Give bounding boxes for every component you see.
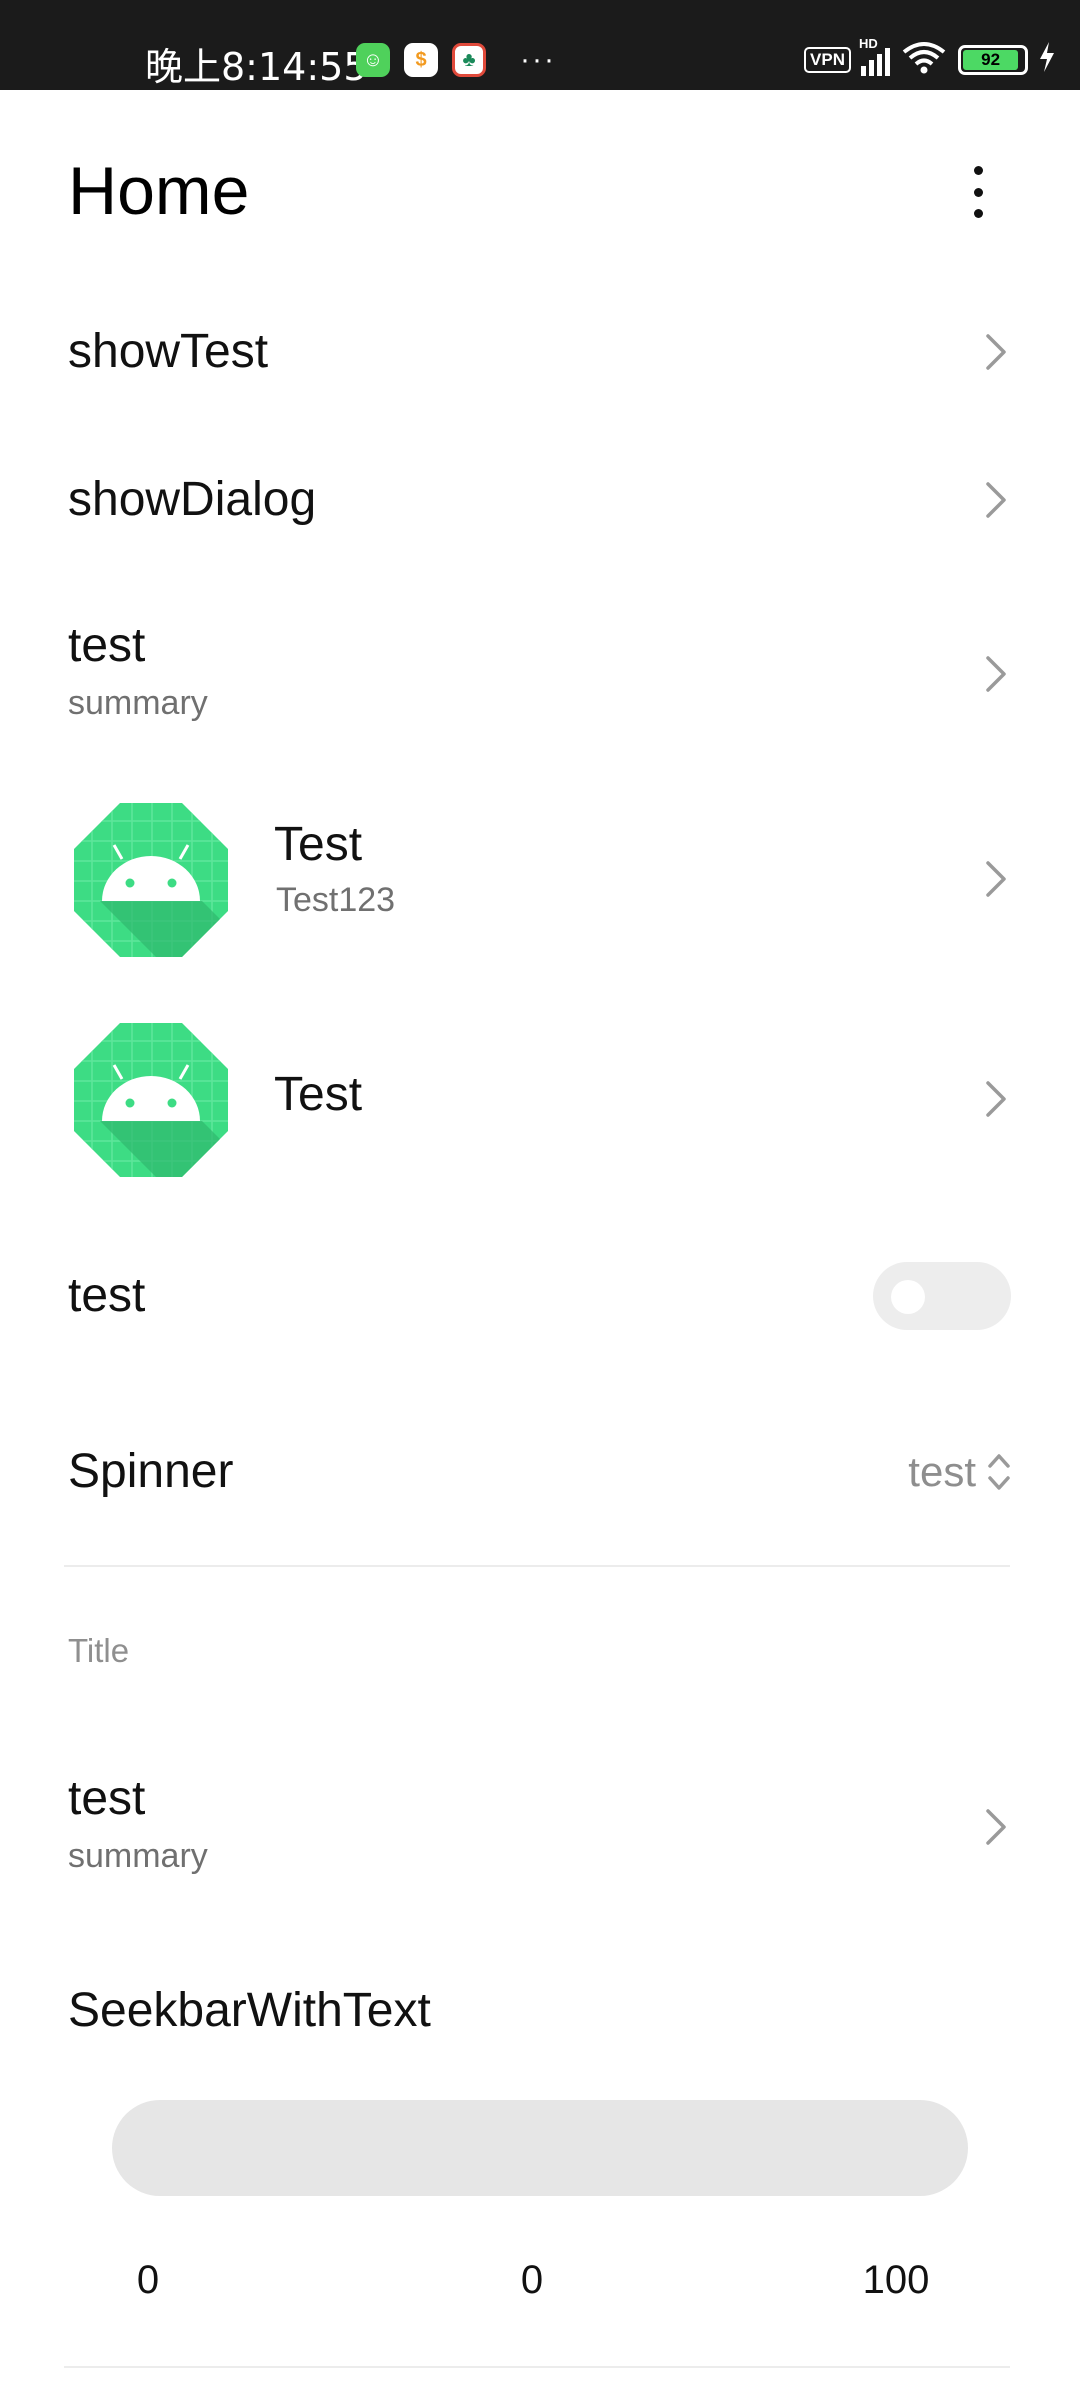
wifi-icon (900, 40, 948, 79)
seekbar-title: SeekbarWithText (68, 1984, 431, 2037)
pref-test-summary[interactable]: test summary (0, 600, 1080, 740)
charging-icon (1038, 42, 1056, 77)
pref-switch-test[interactable]: test (0, 1240, 1080, 1350)
seekbar-min-label: 0 (136, 2258, 160, 2302)
pref-category-test-summary[interactable]: test summary (0, 1753, 1080, 1893)
battery-level: 92 (963, 49, 1019, 70)
pref-title: test (68, 619, 146, 672)
system-icons: VPN HD 92 (804, 36, 1056, 79)
chevron-right-icon (978, 654, 1012, 694)
pref-show-dialog[interactable]: showDialog (0, 448, 1080, 558)
android-app-icon (72, 1021, 230, 1179)
seekbar-track[interactable] (112, 2100, 968, 2196)
chevron-right-icon (978, 1807, 1012, 1847)
pref-title: test (68, 1772, 146, 1825)
more-notifications-icon: ··· (520, 43, 556, 76)
vpn-icon: VPN (804, 46, 851, 73)
pref-title: showDialog (68, 473, 317, 526)
switch-toggle[interactable] (873, 1262, 1011, 1330)
pref-title: test (68, 1269, 146, 1322)
seekbar-max-label: 100 (862, 2258, 930, 2302)
hd-label: HD (859, 35, 878, 51)
seekbar-current-label: 0 (520, 2258, 544, 2302)
red-app-icon: ♣ (452, 43, 486, 77)
pref-icon-test-123[interactable]: Test Test123 (0, 795, 1080, 965)
orange-app-icon: $ (404, 43, 438, 77)
green-app-icon: ☺ (356, 43, 390, 77)
chevron-right-icon (978, 859, 1012, 899)
more-vert-icon (973, 166, 983, 175)
divider (64, 2366, 1010, 2368)
pref-title: Test (274, 818, 363, 871)
status-bar: 晚上8:14:55 ☺ $ ♣ ··· VPN HD 92 (0, 0, 1080, 90)
pref-summary: summary (68, 684, 208, 722)
chevron-right-icon (978, 332, 1012, 372)
pref-title: Test (274, 1068, 363, 1121)
page-title: Home (68, 153, 250, 229)
pref-title: showTest (68, 325, 269, 378)
pref-spinner[interactable]: Spinner test (0, 1420, 1080, 1530)
switch-knob (891, 1280, 925, 1314)
pref-summary: Test123 (276, 881, 396, 919)
chevron-right-icon (978, 480, 1012, 520)
pref-show-test[interactable]: showTest (0, 300, 1080, 410)
unfold-icon (984, 1450, 1014, 1494)
android-app-icon (72, 801, 230, 959)
overflow-menu-button[interactable] (955, 162, 1001, 222)
notification-icons: ☺ $ ♣ ··· (356, 43, 556, 77)
pref-icon-test[interactable]: Test (0, 1015, 1080, 1185)
divider (64, 1565, 1010, 1567)
signal-icon: HD (859, 36, 890, 76)
category-title: Title (68, 1632, 130, 1669)
pref-summary: summary (68, 1837, 208, 1875)
spinner-value: test (908, 1448, 976, 1495)
chevron-right-icon (978, 1079, 1012, 1119)
status-time: 晚上8:14:55 (145, 45, 368, 89)
pref-title: Spinner (68, 1445, 234, 1498)
battery-icon: 92 (958, 44, 1028, 75)
